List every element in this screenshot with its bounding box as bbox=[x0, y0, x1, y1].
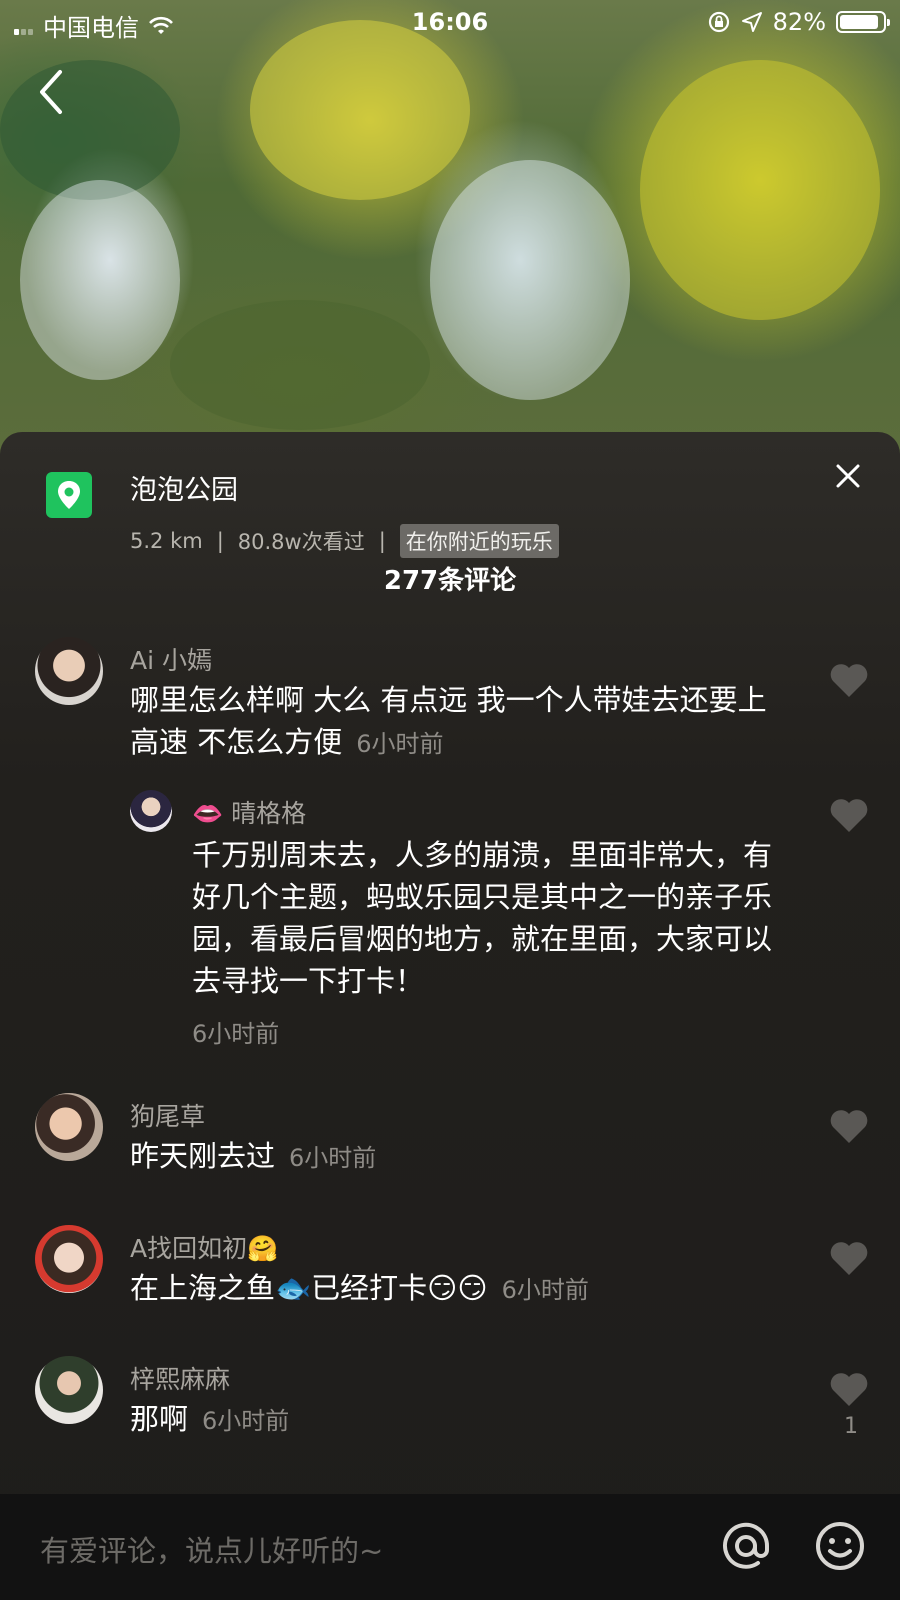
poi-distance: 5.2 km bbox=[130, 529, 203, 553]
rotation-lock-icon bbox=[708, 11, 729, 33]
location-arrow-icon bbox=[741, 12, 762, 32]
comment-item: 狗尾草 昨天刚去过 6小时前 bbox=[0, 1093, 900, 1193]
location-pin-icon bbox=[46, 472, 92, 518]
separator: | bbox=[216, 529, 224, 553]
comment-body: 哪里怎么样啊 大么 有点远 我一个人带娃去还要上高速 不怎么方便 bbox=[130, 683, 767, 759]
comment-author[interactable]: Ai 小嫣 bbox=[130, 641, 212, 677]
like-heart-icon[interactable] bbox=[828, 1107, 870, 1145]
comment-time: 6小时前 bbox=[501, 1276, 589, 1304]
comment-input-bar: 有爱评论，说点儿好听的~ bbox=[0, 1494, 900, 1600]
like-heart-icon[interactable] bbox=[828, 661, 870, 699]
like-count: 1 bbox=[844, 1414, 858, 1439]
avatar[interactable] bbox=[35, 1093, 103, 1161]
back-button[interactable] bbox=[30, 64, 74, 120]
avatar[interactable] bbox=[130, 790, 172, 832]
comment-text: 在上海之鱼🐟已经打卡😏😏 6小时前 bbox=[130, 1267, 790, 1311]
reply-author[interactable]: 👄 晴格格 bbox=[192, 794, 306, 830]
comment-author[interactable]: 狗尾草 bbox=[130, 1097, 205, 1133]
comment-text: 哪里怎么样啊 大么 有点远 我一个人带娃去还要上高速 不怎么方便 6小时前 bbox=[130, 679, 790, 765]
like-heart-icon[interactable] bbox=[828, 1239, 870, 1277]
emoji-icon[interactable] bbox=[812, 1518, 868, 1574]
separator: | bbox=[378, 529, 386, 553]
poi-meta: 5.2 km | 80.8w次看过 | 在你附近的玩乐 bbox=[130, 524, 559, 558]
comment-author[interactable]: A找回如初🤗 bbox=[130, 1229, 278, 1265]
comment-time: 6小时前 bbox=[289, 1144, 377, 1172]
reply-body: 千万别周末去，人多的崩溃，里面非常大，有好几个主题，蚂蚁乐园只是其中之一的亲子乐… bbox=[192, 838, 773, 998]
reply-time: 6小时前 bbox=[192, 1020, 280, 1048]
status-bar: 中国电信 16:06 82% bbox=[0, 0, 900, 44]
comment-item: 梓熙麻麻 那啊 6小时前 1 bbox=[0, 1356, 900, 1476]
video-background bbox=[0, 0, 900, 460]
poi-tag: 在你附近的玩乐 bbox=[399, 524, 559, 558]
battery-icon bbox=[836, 11, 890, 33]
comment-item: A找回如初🤗 在上海之鱼🐟已经打卡😏😏 6小时前 bbox=[0, 1225, 900, 1325]
comments-count: 277条评论 bbox=[383, 566, 517, 596]
comment-body: 昨天刚去过 bbox=[130, 1139, 276, 1173]
comment-body: 在上海之鱼🐟已经打卡😏😏 bbox=[130, 1271, 488, 1305]
comment-text: 昨天刚去过 6小时前 bbox=[130, 1135, 790, 1179]
like-heart-icon[interactable] bbox=[828, 796, 870, 834]
avatar[interactable] bbox=[35, 637, 103, 705]
comment-sheet: 泡泡公园 5.2 km | 80.8w次看过 | 在你附近的玩乐 277条评论 … bbox=[0, 432, 900, 1600]
close-button[interactable] bbox=[834, 462, 862, 490]
mention-at-icon[interactable] bbox=[718, 1518, 774, 1574]
poi-name: 泡泡公园 bbox=[130, 475, 238, 506]
comment-time: 6小时前 bbox=[202, 1407, 290, 1435]
poi-views: 80.8w次看过 bbox=[237, 530, 365, 554]
poi-card[interactable]: 泡泡公园 5.2 km | 80.8w次看过 | 在你附近的玩乐 bbox=[46, 468, 806, 568]
battery-percent: 82% bbox=[772, 8, 826, 36]
comment-item: Ai 小嫣 哪里怎么样啊 大么 有点远 我一个人带娃去还要上高速 不怎么方便 6小… bbox=[0, 637, 900, 777]
reply-text: 千万别周末去，人多的崩溃，里面非常大，有好几个主题，蚂蚁乐园只是其中之一的亲子乐… bbox=[192, 834, 792, 1002]
avatar[interactable] bbox=[35, 1225, 103, 1293]
comment-input[interactable]: 有爱评论，说点儿好听的~ bbox=[40, 1528, 383, 1570]
like-heart-icon[interactable] bbox=[828, 1370, 870, 1408]
comment-text: 那啊 6小时前 bbox=[130, 1398, 790, 1442]
comment-body: 那啊 bbox=[130, 1402, 189, 1436]
comment-author[interactable]: 梓熙麻麻 bbox=[130, 1360, 230, 1396]
reply-item: 👄 晴格格 千万别周末去，人多的崩溃，里面非常大，有好几个主题，蚂蚁乐园只是其中… bbox=[0, 790, 900, 1050]
comment-time: 6小时前 bbox=[356, 730, 444, 758]
avatar[interactable] bbox=[35, 1356, 103, 1424]
